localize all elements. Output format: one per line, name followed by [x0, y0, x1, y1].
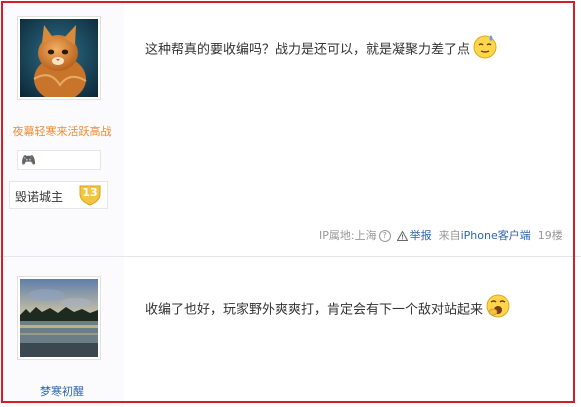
sweat-smile-emoji-icon	[471, 32, 499, 60]
gamepad-icon: 🎮	[21, 153, 36, 167]
post-text: 这种帮真的要收编吗？战力是还可以，就是凝聚力差了点	[145, 42, 471, 58]
level-number-badge: 13	[77, 183, 103, 207]
report-link[interactable]: 举报	[410, 229, 432, 242]
level-badge[interactable]: 毁诺城主 13	[9, 181, 108, 209]
warning-triangle-icon	[396, 231, 408, 241]
user-pane: 夜幕轻寒来活跃高战 🎮 毁诺城主 13	[0, 0, 124, 256]
ip-location: IP属地:上海	[319, 229, 377, 242]
post-footer: IP属地:上海? 举报 来自iPhone客户端 19楼	[319, 227, 563, 243]
user-pane: 梦寒初醒	[0, 256, 124, 407]
floor-number: 19楼	[537, 229, 563, 242]
post-next: 梦寒初醒 收编了也好，玩家野外爽爽打，肯定会有下一个敌对站起来	[0, 256, 581, 407]
client-link[interactable]: iPhone客户端	[461, 229, 531, 242]
post-content: 收编了也好，玩家野外爽爽打，肯定会有下一个敌对站起来	[145, 294, 512, 324]
honor-badge[interactable]: 🎮	[17, 150, 101, 170]
username[interactable]: 梦寒初醒	[0, 383, 124, 399]
user-avatar[interactable]	[17, 16, 101, 100]
source-prefix: 来自	[438, 229, 461, 242]
yawn-emoji-icon	[484, 292, 512, 320]
question-circle-icon[interactable]: ?	[378, 230, 391, 242]
cat-avatar-image	[20, 19, 98, 97]
user-avatar[interactable]	[17, 276, 101, 360]
post-content: 这种帮真的要收编吗？战力是还可以，就是凝聚力差了点	[145, 35, 499, 64]
level-title: 毁诺城主	[15, 190, 64, 204]
post-divider	[0, 256, 581, 257]
lake-sunset-avatar-image	[20, 279, 98, 357]
level-number: 13	[82, 186, 98, 199]
username[interactable]: 夜幕轻寒来活跃高战	[0, 123, 124, 139]
post-text: 收编了也好，玩家野外爽爽打，肯定会有下一个敌对站起来	[145, 302, 484, 318]
post-floor-19: 夜幕轻寒来活跃高战 🎮 毁诺城主 13 这种帮真的要收编吗？战力是还可以，就是凝…	[0, 0, 581, 256]
